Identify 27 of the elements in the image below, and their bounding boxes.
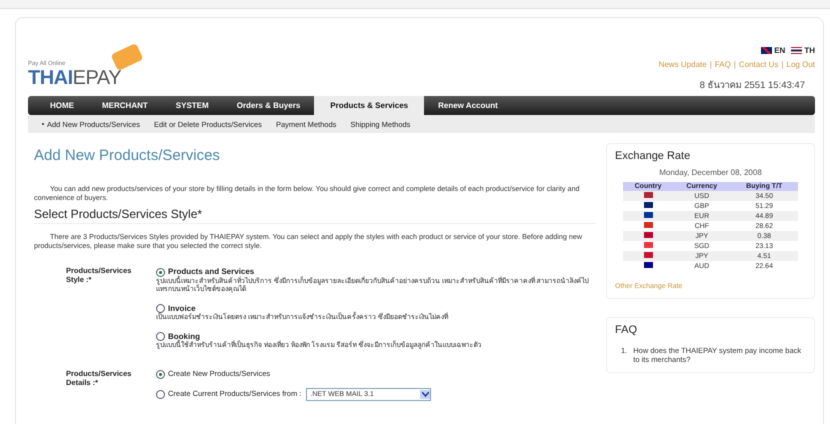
nav-tab[interactable]: Renew Account — [424, 96, 512, 115]
panel-title: Exchange Rate — [615, 150, 692, 162]
option-label: Products and Services — [168, 266, 254, 276]
radio-button[interactable] — [156, 370, 165, 380]
link-separator: | — [781, 60, 784, 69]
option-label: Invoice — [168, 303, 196, 314]
language-link[interactable]: EN — [761, 46, 786, 55]
radio-button[interactable] — [156, 268, 165, 277]
radio-button[interactable] — [156, 332, 165, 342]
option-label: Booking — [168, 331, 200, 342]
link-separator: | — [710, 60, 712, 69]
nav-tab[interactable]: HOME — [36, 96, 88, 115]
date-time: 8 ธันวาคม 2551 15:43:47 — [700, 79, 805, 92]
radio-button[interactable] — [156, 304, 165, 314]
section-title: Select Products/Services Style* — [34, 206, 596, 224]
radio-button[interactable] — [156, 390, 165, 399]
language-link[interactable]: TH — [791, 46, 815, 55]
nav-tab[interactable]: Orders & Buyers — [222, 96, 314, 115]
rate-date: Monday, December 08, 2008 — [658, 168, 763, 177]
logo-wordmark: THAIEPAY — [28, 68, 122, 88]
caret-icon — [420, 390, 430, 399]
link-separator: | — [734, 60, 736, 69]
panel-title: FAQ — [615, 324, 638, 336]
nav-tab[interactable]: Products & Services — [314, 96, 424, 115]
nav-tab[interactable]: MERCHANT — [88, 96, 162, 115]
page-title: Add New Products/Services — [34, 147, 221, 164]
nav-tab[interactable]: SYSTEM — [162, 96, 223, 115]
